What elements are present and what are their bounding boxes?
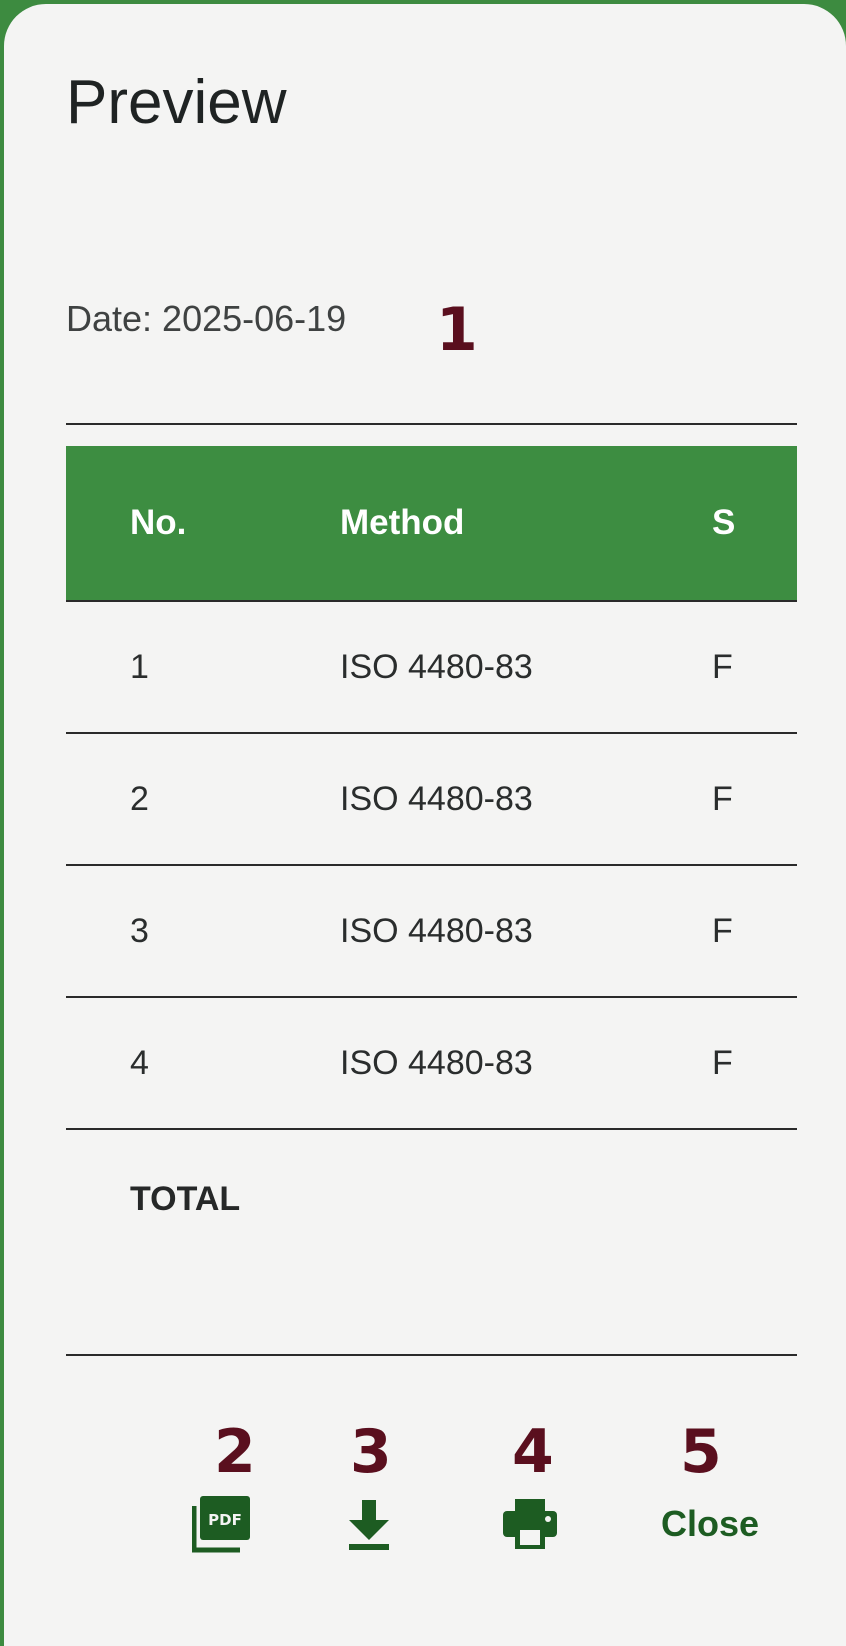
annotation-marker-2: 2	[214, 1417, 256, 1487]
pdf-button[interactable]: PDF	[190, 1492, 254, 1556]
cell-third: F	[712, 601, 797, 734]
cell-method: ISO 4480-83	[340, 733, 712, 866]
dialog-title: Preview	[66, 68, 287, 137]
print-button[interactable]	[498, 1492, 562, 1556]
total-method-cell	[340, 1129, 712, 1356]
annotation-marker-5: 5	[680, 1417, 722, 1487]
pdf-icon: PDF	[192, 1496, 250, 1553]
table-header-row: No. Method S	[66, 446, 797, 602]
close-button[interactable]: Close	[661, 1503, 759, 1545]
table-row: 2 ISO 4480-83 F	[66, 733, 797, 866]
total-third-cell	[712, 1129, 797, 1356]
close-button-wrap: Close	[652, 1492, 768, 1556]
cell-no: 3	[66, 865, 340, 998]
cell-method: ISO 4480-83	[340, 601, 712, 734]
print-icon	[503, 1499, 557, 1549]
cell-third: F	[712, 865, 797, 998]
column-header-no: No.	[66, 446, 340, 602]
cell-no: 2	[66, 733, 340, 866]
download-icon	[349, 1500, 389, 1550]
cell-method: ISO 4480-83	[340, 865, 712, 998]
column-header-third: S	[712, 446, 797, 602]
divider	[66, 423, 797, 425]
annotation-marker-3: 3	[350, 1417, 392, 1487]
preview-dialog: Preview Date: 2025-06-19 1 No. Method S …	[4, 4, 846, 1646]
table-row: 4 ISO 4480-83 F	[66, 997, 797, 1130]
preview-table: No. Method S 1 ISO 4480-83 F 2 ISO 4480-…	[66, 446, 797, 1356]
table-row: 1 ISO 4480-83 F	[66, 601, 797, 734]
annotation-marker-1: 1	[436, 295, 478, 365]
svg-text:PDF: PDF	[208, 1511, 242, 1529]
annotation-marker-4: 4	[512, 1417, 554, 1487]
cell-third: F	[712, 997, 797, 1130]
action-bar: PDF Close	[4, 1484, 846, 1564]
download-button[interactable]	[337, 1492, 401, 1556]
date-label: Date: 2025-06-19	[66, 298, 347, 339]
cell-method: ISO 4480-83	[340, 997, 712, 1130]
column-header-method: Method	[340, 446, 712, 602]
total-label: TOTAL	[66, 1129, 340, 1356]
cell-no: 1	[66, 601, 340, 734]
cell-no: 4	[66, 997, 340, 1130]
preview-table-container[interactable]: No. Method S 1 ISO 4480-83 F 2 ISO 4480-…	[66, 446, 797, 1356]
cell-third: F	[712, 733, 797, 866]
table-total-row: TOTAL	[66, 1129, 797, 1356]
table-row: 3 ISO 4480-83 F	[66, 865, 797, 998]
